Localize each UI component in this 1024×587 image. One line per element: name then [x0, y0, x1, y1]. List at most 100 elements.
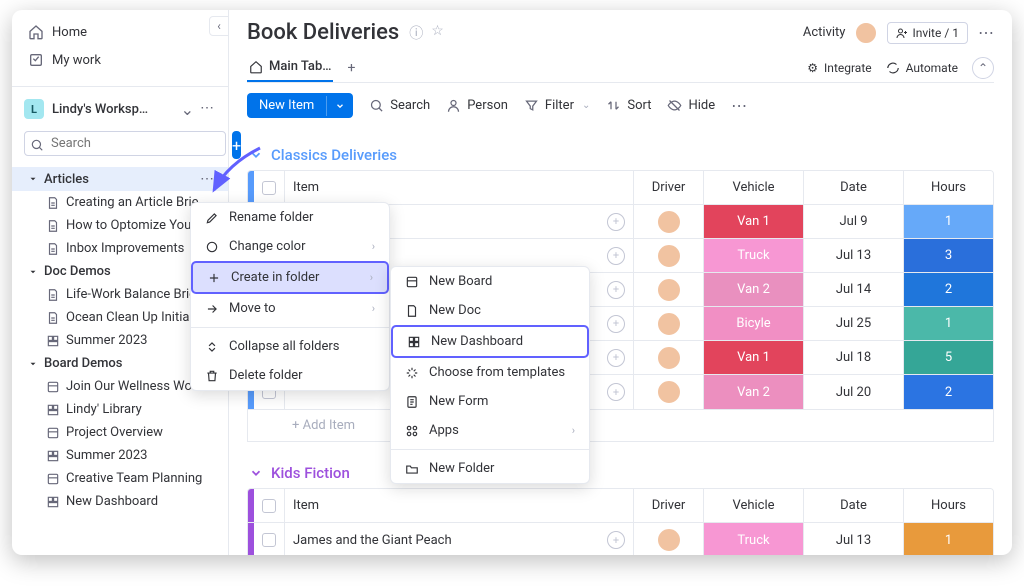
toolbar-filter[interactable]: Filter⌄: [524, 98, 590, 113]
expand-subitems-icon[interactable]: +: [607, 315, 625, 333]
cell-hours[interactable]: 1: [903, 205, 993, 238]
cell-vehicle[interactable]: Bicyle: [703, 307, 803, 340]
cell-hours[interactable]: 1: [903, 307, 993, 340]
sidebar-collapse-toggle[interactable]: ‹: [209, 16, 229, 36]
cell-driver[interactable]: [633, 239, 703, 272]
cell-driver[interactable]: [633, 375, 703, 409]
submenu-new-board[interactable]: New Board: [391, 267, 589, 296]
cell-vehicle[interactable]: Truck: [703, 523, 803, 555]
group-header-kids[interactable]: Kids Fiction: [249, 464, 994, 482]
column-item[interactable]: Item: [284, 489, 633, 522]
table-row[interactable]: James and the Giant Peach+ TruckJul 131: [248, 523, 993, 555]
column-date[interactable]: Date: [803, 171, 903, 204]
cell-vehicle[interactable]: Van 1: [703, 341, 803, 374]
sidebar-item[interactable]: Creative Team Planning: [12, 467, 228, 490]
tab-main[interactable]: Main Tab…: [247, 53, 333, 82]
cell-date[interactable]: Jul 18: [803, 341, 903, 374]
column-hours[interactable]: Hours: [903, 489, 993, 522]
color-circle-icon: [205, 240, 219, 254]
menu-create-in-folder[interactable]: Create in folder›: [191, 261, 389, 294]
nav-home[interactable]: Home: [24, 18, 216, 46]
menu-rename-folder[interactable]: Rename folder: [191, 203, 389, 232]
workspace-chevron-icon[interactable]: ⌄: [181, 100, 194, 119]
toolbar-search[interactable]: Search: [369, 98, 430, 113]
expand-subitems-icon[interactable]: +: [607, 349, 625, 367]
expand-subitems-icon[interactable]: +: [607, 213, 625, 231]
integrate-button[interactable]: ⚙Integrate: [807, 61, 871, 75]
select-all-checkbox[interactable]: [254, 489, 284, 522]
cell-date[interactable]: Jul 14: [803, 273, 903, 306]
cell-date[interactable]: Jul 13: [803, 239, 903, 272]
sidebar-item[interactable]: Lindy' Library: [12, 398, 228, 421]
toolbar-hide[interactable]: Hide: [667, 98, 715, 113]
column-item[interactable]: Item: [284, 171, 633, 204]
cell-driver[interactable]: [633, 273, 703, 306]
cell-hours[interactable]: 1: [903, 523, 993, 555]
activity-label[interactable]: Activity: [803, 25, 846, 40]
cell-hours[interactable]: 3: [903, 239, 993, 272]
add-item-input[interactable]: + Add Item: [247, 410, 994, 442]
new-item-button[interactable]: New Item: [247, 93, 353, 118]
submenu-new-doc[interactable]: New Doc: [391, 296, 589, 325]
workspace-menu-icon[interactable]: ⋯: [198, 100, 216, 119]
menu-change-color[interactable]: Change color›: [191, 232, 389, 261]
cell-date[interactable]: Jul 13: [803, 523, 903, 555]
column-vehicle[interactable]: Vehicle: [703, 171, 803, 204]
home-icon: [28, 24, 44, 40]
cell-driver[interactable]: [633, 341, 703, 374]
group-header-classics[interactable]: Classics Deliveries: [249, 146, 994, 164]
menu-move-to[interactable]: Move to›: [191, 294, 389, 323]
cell-vehicle[interactable]: Van 2: [703, 273, 803, 306]
sidebar-item[interactable]: New Dashboard: [12, 490, 228, 513]
expand-subitems-icon[interactable]: +: [607, 531, 625, 549]
favorite-icon[interactable]: ☆: [431, 23, 444, 43]
submenu-apps[interactable]: Apps›: [391, 416, 589, 445]
new-item-dropdown[interactable]: [326, 96, 353, 116]
column-driver[interactable]: Driver: [633, 489, 703, 522]
folder-articles[interactable]: Articles⋯: [12, 167, 228, 191]
toolbar-person[interactable]: Person: [446, 98, 508, 113]
sidebar-item[interactable]: Summer 2023: [12, 444, 228, 467]
expand-subitems-icon[interactable]: +: [607, 383, 625, 401]
automate-button[interactable]: Automate: [886, 61, 958, 75]
expand-subitems-icon[interactable]: +: [607, 281, 625, 299]
cell-hours[interactable]: 5: [903, 341, 993, 374]
workspace-name[interactable]: Lindy's Worksp…: [52, 102, 173, 117]
cell-vehicle[interactable]: Van 2: [703, 375, 803, 409]
column-vehicle[interactable]: Vehicle: [703, 489, 803, 522]
user-avatar[interactable]: [855, 22, 877, 44]
invite-button[interactable]: Invite / 1: [887, 22, 968, 44]
submenu-new-folder[interactable]: New Folder: [391, 454, 589, 483]
column-hours[interactable]: Hours: [903, 171, 993, 204]
collapse-header-button[interactable]: ⌃: [972, 57, 994, 79]
submenu-new-form[interactable]: New Form: [391, 387, 589, 416]
sidebar-item[interactable]: Project Overview: [12, 421, 228, 444]
sidebar-search-input[interactable]: [24, 131, 226, 156]
cell-driver[interactable]: [633, 307, 703, 340]
cell-vehicle[interactable]: Truck: [703, 239, 803, 272]
cell-date[interactable]: Jul 9: [803, 205, 903, 238]
submenu-templates[interactable]: Choose from templates: [391, 358, 589, 387]
cell-item[interactable]: James and the Giant Peach+: [284, 523, 633, 555]
cell-hours[interactable]: 2: [903, 273, 993, 306]
toolbar-sort[interactable]: Sort: [606, 98, 651, 113]
menu-delete-folder[interactable]: Delete folder: [191, 361, 389, 390]
row-checkbox[interactable]: [254, 523, 284, 555]
column-driver[interactable]: Driver: [633, 171, 703, 204]
cell-hours[interactable]: 2: [903, 375, 993, 409]
submenu-new-dashboard[interactable]: New Dashboard: [391, 325, 589, 358]
trash-icon: [205, 369, 219, 383]
column-date[interactable]: Date: [803, 489, 903, 522]
cell-vehicle[interactable]: Van 1: [703, 205, 803, 238]
cell-date[interactable]: Jul 25: [803, 307, 903, 340]
nav-mywork[interactable]: My work: [24, 46, 216, 74]
add-tab-button[interactable]: +: [347, 60, 355, 76]
cell-driver[interactable]: [633, 205, 703, 238]
toolbar-more-icon[interactable]: ⋯: [731, 96, 747, 115]
info-icon[interactable]: ⓘ: [409, 23, 423, 43]
menu-collapse-folders[interactable]: Collapse all folders: [191, 332, 389, 361]
expand-subitems-icon[interactable]: +: [607, 247, 625, 265]
board-options-icon[interactable]: ⋯: [978, 23, 994, 42]
cell-driver[interactable]: [633, 523, 703, 555]
cell-date[interactable]: Jul 20: [803, 375, 903, 409]
